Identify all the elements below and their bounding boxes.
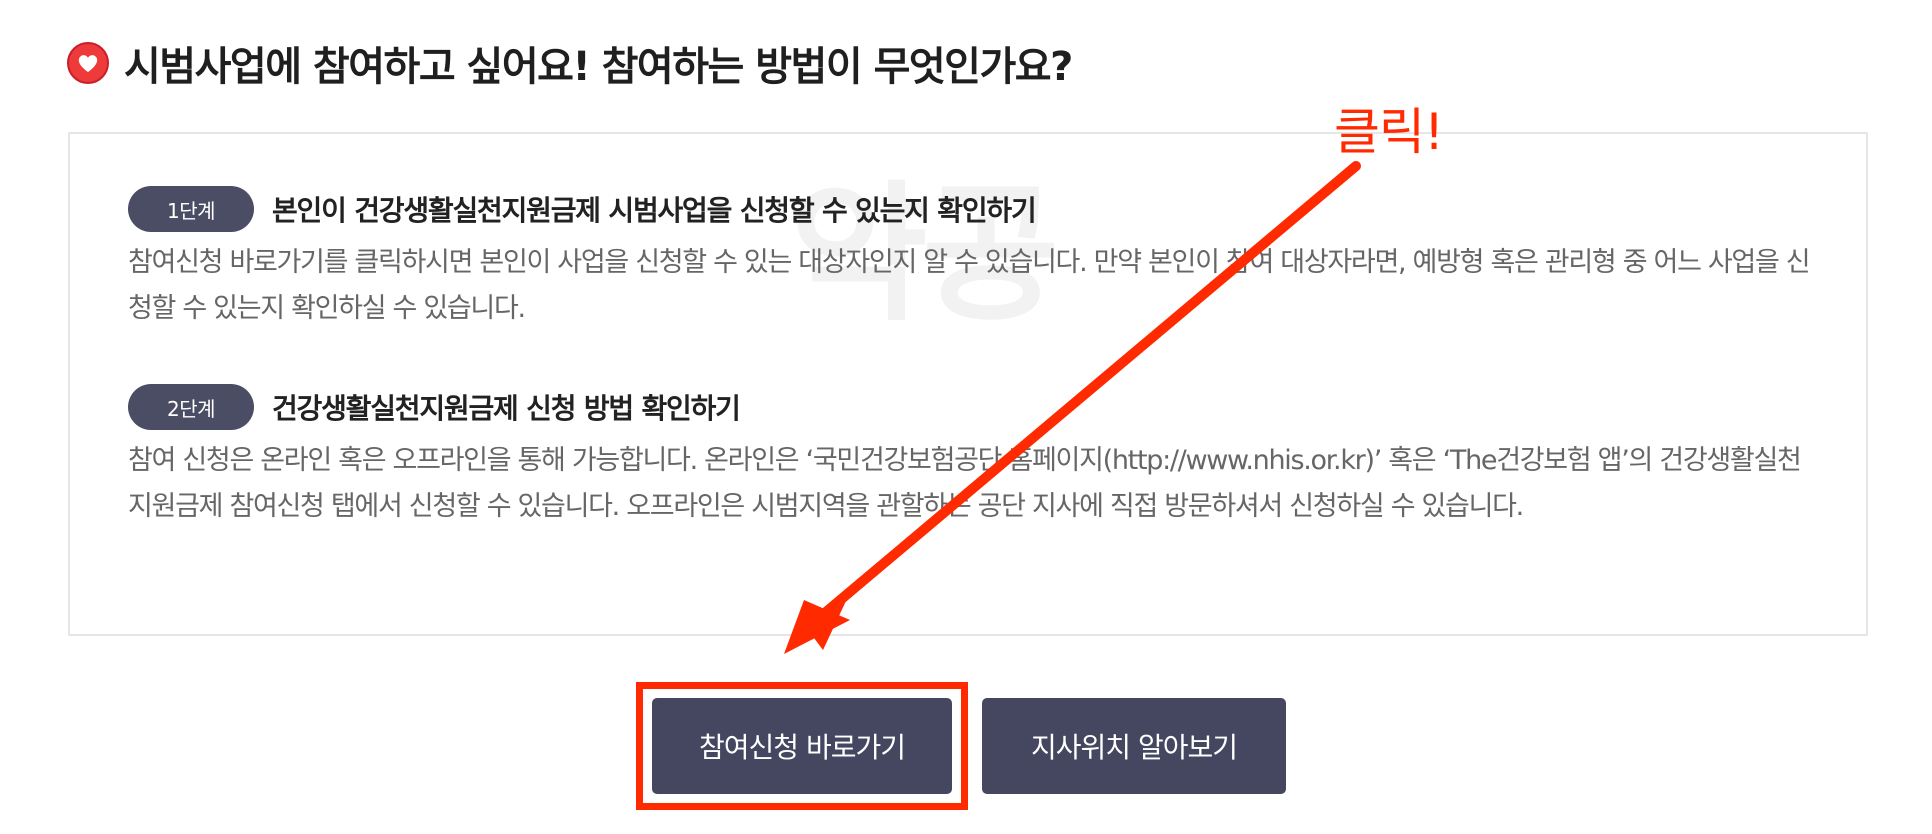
step-1-header: 1단계 본인이 건강생활실천지원금제 시범사업을 신청할 수 있는지 확인하기	[128, 186, 1832, 232]
step-2-header: 2단계 건강생활실천지원금제 신청 방법 확인하기	[128, 384, 1832, 430]
step-1-description: 참여신청 바로가기를 클릭하시면 본인이 사업을 신청할 수 있는 대상자인지 …	[128, 247, 1811, 324]
step-1-badge: 1단계	[128, 186, 254, 232]
step-2: 2단계 건강생활실천지원금제 신청 방법 확인하기 참여 신청은 온라인 혹은 …	[128, 384, 1832, 530]
step-1-title: 본인이 건강생활실천지원금제 시범사업을 신청할 수 있는지 확인하기	[272, 194, 1037, 227]
step-1: 1단계 본인이 건강생활실천지원금제 시범사업을 신청할 수 있는지 확인하기 …	[128, 186, 1832, 332]
red-heart-circle-icon	[67, 42, 109, 84]
step-2-badge: 2단계	[128, 384, 254, 430]
click-highlight-box	[636, 682, 968, 810]
page-title: 시범사업에 참여하고 싶어요! 참여하는 방법이 무엇인가요?	[66, 34, 1073, 92]
page-heading: 시범사업에 참여하고 싶어요! 참여하는 방법이 무엇인가요?	[124, 44, 1073, 90]
branch-location-button[interactable]: 지사위치 알아보기	[982, 698, 1286, 794]
step-2-description: 참여 신청은 온라인 혹은 오프라인을 통해 가능합니다. 온라인은 ‘국민건강…	[128, 445, 1802, 522]
step-2-title: 건강생활실천지원금제 신청 방법 확인하기	[272, 392, 741, 425]
click-annotation-label: 클릭!	[1334, 103, 1444, 161]
